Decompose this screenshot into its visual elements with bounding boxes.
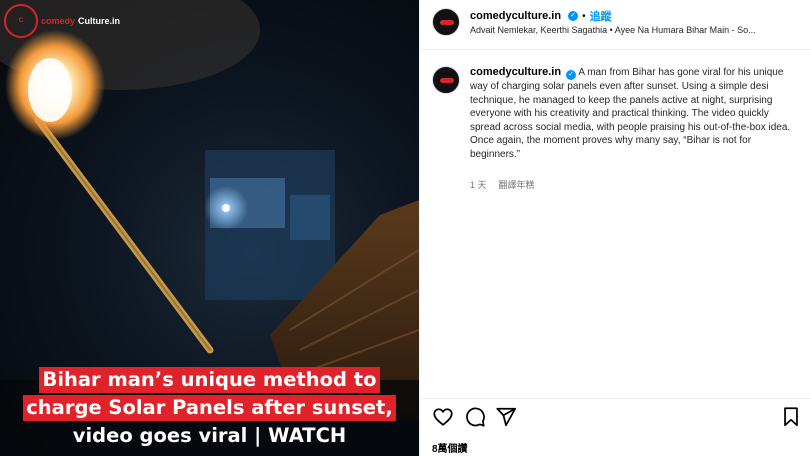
avatar[interactable] xyxy=(432,8,460,36)
caption-line-3: video goes viral | WATCH xyxy=(72,424,347,447)
brand-logo-prefix: comedy xyxy=(41,16,76,26)
caption-username[interactable]: comedyculture.in xyxy=(470,66,561,78)
verified-badge-icon: ✓ xyxy=(566,70,577,80)
comment-icon[interactable] xyxy=(464,406,486,428)
follow-button[interactable]: 追蹤 xyxy=(590,8,612,24)
see-translation-button[interactable]: 翻譯年糕 xyxy=(499,178,535,191)
separator-dot: • xyxy=(582,10,586,22)
video-caption-overlay: Bihar man’s unique method to charge Sola… xyxy=(0,366,419,450)
brand-logo-mark: C xyxy=(4,4,38,38)
like-count[interactable]: 8萬個讚 xyxy=(432,440,468,455)
post-timestamp[interactable]: 1 天 xyxy=(470,178,487,191)
divider xyxy=(420,398,810,399)
caption-avatar[interactable] xyxy=(432,66,460,94)
audio-attribution[interactable]: Advait Nemlekar, Keerthi Sagathia • Ayee… xyxy=(470,25,800,35)
brand-logo: C comedy Culture.in xyxy=(4,4,120,38)
post-header: comedyculture.in ✓ • 追蹤 Advait Nemlekar,… xyxy=(420,0,810,50)
caption-line-2: charge Solar Panels after sunset, xyxy=(23,395,396,421)
caption-line-1: Bihar man’s unique method to xyxy=(39,367,380,393)
brand-logo-suffix: Culture.in xyxy=(78,16,121,26)
bookmark-icon[interactable] xyxy=(780,406,802,428)
post-media[interactable]: C comedy Culture.in Bihar man’s unique me… xyxy=(0,0,419,456)
caption-meta: 1 天 翻譯年糕 xyxy=(470,178,535,191)
post-details-panel: comedyculture.in ✓ • 追蹤 Advait Nemlekar,… xyxy=(419,0,810,456)
caption-body: comedyculture.in ✓ A man from Bihar has g… xyxy=(470,66,802,162)
verified-badge-icon: ✓ xyxy=(568,11,579,21)
heart-icon[interactable] xyxy=(432,406,454,428)
caption-text: A man from Bihar has gone viral for his … xyxy=(470,67,791,160)
action-bar xyxy=(432,406,802,430)
header-username[interactable]: comedyculture.in xyxy=(470,10,561,22)
send-icon[interactable] xyxy=(495,406,517,428)
